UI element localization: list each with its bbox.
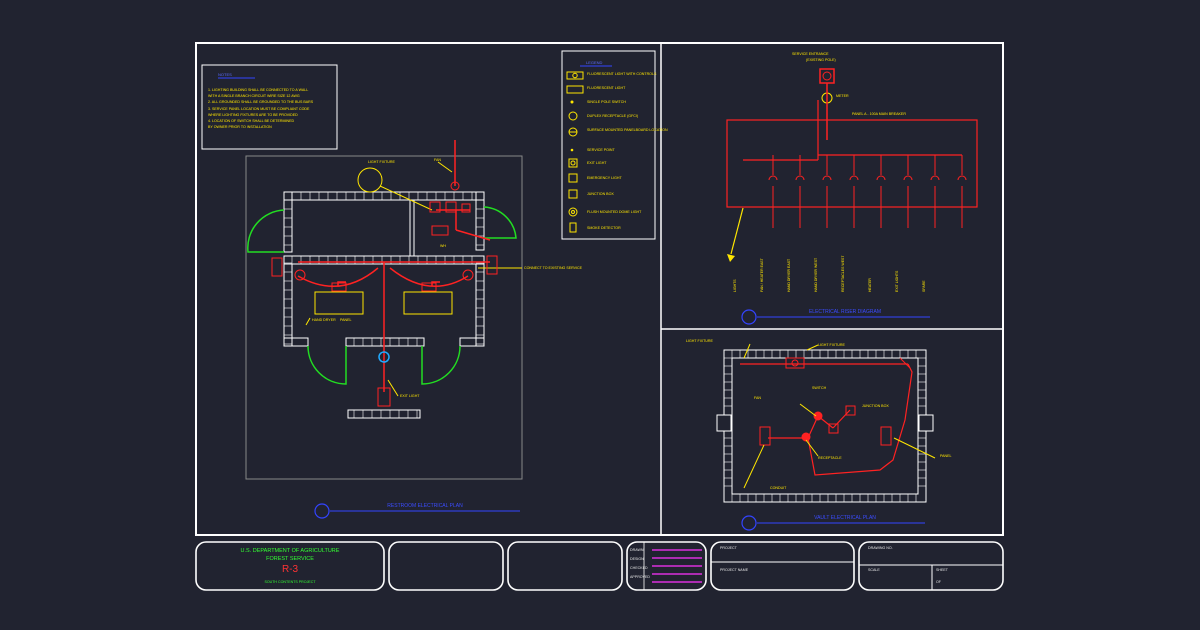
fp-label-service: CONNECT TO EXISTING SERVICE bbox=[524, 266, 583, 270]
vault-label-switch: SWITCH bbox=[812, 386, 827, 390]
riser-diagram bbox=[726, 68, 978, 325]
tb-field-label: DESIGN bbox=[630, 557, 644, 561]
legend-jbox-icon bbox=[568, 189, 578, 199]
riser-circuit-label: SPARE bbox=[922, 280, 926, 292]
riser-top-sub: (EXISTING POLE) bbox=[806, 58, 836, 62]
vault-title-bubble bbox=[741, 515, 757, 531]
tb-project-label: PROJECT bbox=[720, 546, 737, 550]
floor-plan-title-bubble bbox=[314, 503, 330, 519]
tb-scale-label: SCALE bbox=[868, 568, 880, 572]
legend-gfci-icon bbox=[568, 111, 578, 121]
tb-field-label: CHECKED bbox=[630, 566, 648, 570]
vault-label-recept: RECEPTACLE bbox=[818, 456, 842, 460]
legend-service-icon bbox=[570, 148, 574, 152]
vault-label-panel: PANEL bbox=[940, 454, 952, 458]
riser-circuit-label: LIGHTS bbox=[733, 279, 737, 292]
notes-line: 3. SERVICE PANEL LOCATION MUST BE COMPLI… bbox=[208, 106, 310, 111]
tb-title-label: PROJECT NAME bbox=[720, 568, 749, 572]
vault-title: VAULT ELECTRICAL PLAN bbox=[814, 515, 876, 521]
riser-circuit-label: EXIT LIGHTS bbox=[895, 270, 899, 292]
riser-title: ELECTRICAL RISER DIAGRAM bbox=[808, 309, 882, 315]
notes-line: 4. LOCATION OF SWITCH SHALL BE DETERMINE… bbox=[208, 119, 295, 123]
vault-plan bbox=[716, 343, 936, 531]
vault-label-light: LIGHT FIXTURE bbox=[818, 343, 845, 347]
agency-line-2: FOREST SERVICE bbox=[266, 556, 314, 562]
vault-label-fan: FAN bbox=[754, 396, 761, 400]
title-block-revision-lines bbox=[652, 549, 702, 583]
fp-label-panel: PANEL bbox=[340, 318, 352, 322]
floor-plan-title: RESTROOM ELECTRICAL PLAN bbox=[387, 503, 463, 509]
fp-label-exit: EXIT LIGHT bbox=[400, 394, 420, 398]
tb-sheet-value: OF bbox=[936, 580, 941, 584]
vault-label-top: LIGHT FIXTURE bbox=[686, 339, 713, 343]
riser-arrow-icon bbox=[727, 254, 735, 262]
vault-label-jbox: JUNCTION BOX bbox=[862, 404, 889, 408]
legend-item-label: FLUSH MOUNTED DOME LIGHT bbox=[587, 210, 642, 214]
floor-fixtures bbox=[305, 161, 522, 397]
fp-label-fan: FAN bbox=[434, 158, 441, 162]
legend-item-label: FLUORESCENT LIGHT WITH CONTROLS bbox=[587, 72, 657, 76]
riser-top-label: SERVICE ENTRANCE bbox=[792, 52, 829, 56]
legend-dome-icon bbox=[568, 207, 578, 217]
notes-line: 1. LIGHTING BUILDING SHALL BE CONNECTED … bbox=[208, 88, 309, 92]
riser-title-bubble bbox=[741, 309, 757, 325]
vault-label-conduit: CONDUIT bbox=[770, 486, 787, 490]
legend-item-label: JUNCTION BOX bbox=[587, 192, 614, 196]
fp-label-dryer: HAND DRYER bbox=[312, 318, 336, 322]
notes-line: WITH A SINGLE BRANCH CIRCUIT WIRE SIZE 1… bbox=[208, 94, 300, 99]
floor-wiring bbox=[297, 140, 491, 392]
riser-meter bbox=[819, 68, 835, 84]
riser-circuit-label: HAND DRYER EAST bbox=[787, 258, 791, 292]
vault-leaders bbox=[743, 343, 936, 489]
legend-item-label: SURFACE MOUNTED PANELBOARD LOCATION bbox=[587, 128, 668, 132]
drawing-sheet bbox=[195, 42, 1004, 591]
legend-fluor-icon bbox=[566, 85, 584, 94]
notes-line: WHERE LIGHTING FIXTURES ARE TO BE PROVID… bbox=[208, 112, 298, 117]
legend-item-label: DUPLEX RECEPTACLE (GFCI) bbox=[587, 114, 639, 118]
notes-title: NOTES bbox=[218, 72, 232, 77]
fp-label-light: LIGHT FIXTURE bbox=[368, 160, 395, 164]
legend-item-label: SINGLE POLE SWITCH bbox=[587, 100, 626, 104]
legend-title: LEGEND bbox=[586, 60, 603, 65]
vault-devices bbox=[759, 357, 911, 446]
legend-item-label: SERVICE POINT bbox=[587, 148, 615, 152]
riser-circuit-label: HAND DRYER WEST bbox=[814, 257, 818, 292]
riser-circuit-label: HEATER bbox=[868, 278, 872, 292]
floor-plan bbox=[245, 140, 523, 519]
project-line: SOUTH CONTENTS PROJECT bbox=[264, 580, 316, 584]
riser-panel-label: PANEL A - 100A MAIN BREAKER bbox=[852, 112, 906, 116]
tb-field-label: DRAWN bbox=[630, 548, 644, 552]
legend-smoke-icon bbox=[569, 222, 577, 233]
legend-emergency-icon bbox=[568, 173, 578, 183]
notes-line: 2. ALL GROUNDED SHALL BE GROUNDED TO THE… bbox=[208, 100, 314, 105]
fp-label-wh: WH bbox=[440, 244, 446, 248]
legend-switch-icon bbox=[570, 100, 574, 104]
legend-item-label: EXIT LIGHT bbox=[587, 161, 607, 165]
riser-panel-box bbox=[726, 119, 978, 208]
tb-drawing-label: DRAWING NO. bbox=[868, 546, 893, 550]
legend-item-label: EMERGENCY LIGHT bbox=[587, 176, 622, 180]
riser-meter-label: METER bbox=[836, 94, 849, 98]
riser-circuit-label: RECEPTACLES WEST bbox=[841, 255, 845, 293]
legend-item-label: SMOKE DETECTOR bbox=[587, 226, 621, 230]
tb-field-label: APPROVED bbox=[630, 575, 650, 579]
agency-line-1: U.S. DEPARTMENT OF AGRICULTURE bbox=[240, 548, 340, 554]
riser-circuit-label: FAN / HEATER EAST bbox=[760, 258, 764, 292]
tb-sheet-label: SHEET bbox=[936, 568, 948, 572]
legend-exit-icon bbox=[568, 158, 578, 168]
legend-item-label: FLUORESCENT LIGHT bbox=[587, 86, 626, 90]
region-label: R-3 bbox=[281, 564, 299, 575]
notes-line: BY OWNER PRIOR TO INSTALLATION bbox=[208, 125, 272, 130]
